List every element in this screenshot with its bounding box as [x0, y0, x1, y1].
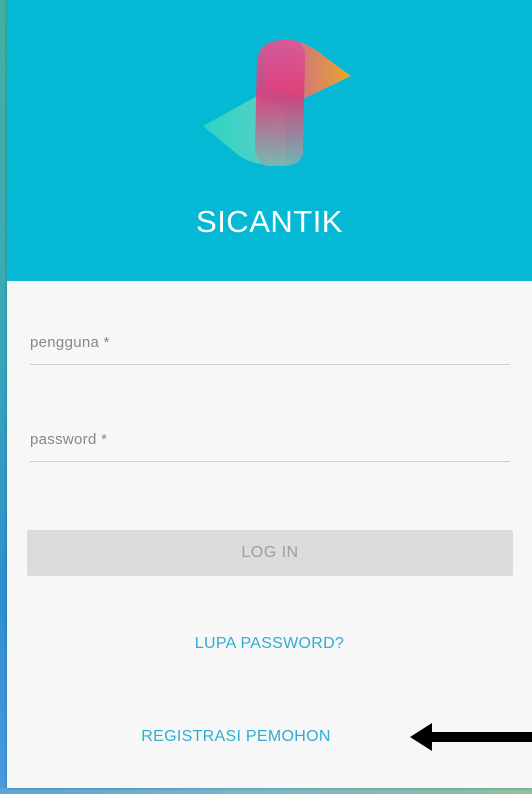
- login-button[interactable]: LOG IN: [27, 530, 513, 576]
- arrow-left-icon: [410, 723, 532, 751]
- login-card: SICANTIK pengguna * password * LOG IN LU…: [7, 0, 532, 788]
- register-link[interactable]: REGISTRASI PEMOHON: [141, 728, 330, 745]
- background-bottom: [0, 788, 532, 794]
- password-label: password *: [30, 431, 108, 448]
- card-header: SICANTIK: [7, 0, 532, 281]
- password-field[interactable]: password *: [30, 427, 510, 462]
- brand-title: SICANTIK: [196, 204, 343, 239]
- username-label: pengguna *: [30, 334, 110, 351]
- sicantik-logo-icon: [203, 40, 351, 166]
- forgot-password-link[interactable]: LUPA PASSWORD?: [195, 635, 344, 652]
- forgot-password-link-row: LUPA PASSWORD?: [7, 635, 532, 653]
- username-field[interactable]: pengguna *: [30, 330, 510, 365]
